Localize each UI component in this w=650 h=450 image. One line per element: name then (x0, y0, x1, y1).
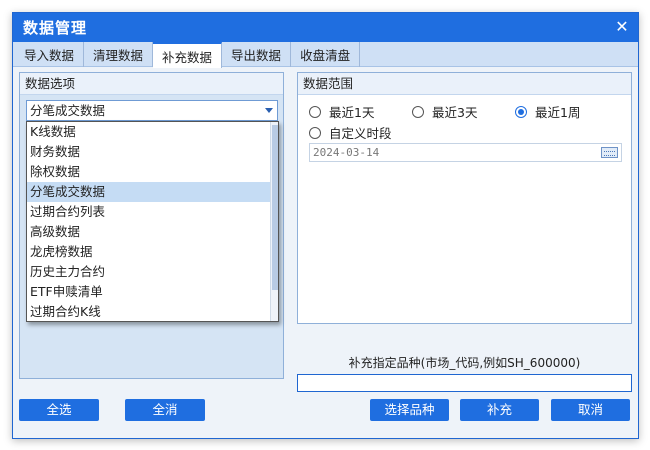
dropdown-scrollbar[interactable] (270, 122, 278, 321)
radio-circle-icon[interactable] (309, 105, 321, 118)
symbol-code-input[interactable] (297, 374, 632, 392)
tab-clean-data[interactable]: 清理数据 (84, 42, 154, 67)
option-expired-contract-kline[interactable]: 过期合约K线 (27, 302, 271, 321)
data-range-title: 数据范围 (298, 73, 631, 95)
data-management-window: 数据管理 ✕ 导入数据 清理数据 补充数据 导出数据 收盘清盘 数据选项 分笔成… (12, 12, 639, 439)
option-etf-creation-list[interactable]: ETF申赎清单 (27, 282, 271, 302)
radio-circle-icon[interactable] (309, 126, 321, 139)
choose-symbol-button[interactable]: 选择品种 (370, 399, 449, 421)
radio-selected-icon[interactable] (515, 105, 527, 118)
radio-label: 自定义时段 (329, 126, 392, 141)
radio-label: 最近1天 (329, 105, 375, 120)
supplement-button[interactable]: 补充 (460, 399, 539, 421)
radio-last-3-days[interactable]: 最近3天 (412, 102, 477, 121)
tab-close-settle[interactable]: 收盘清盘 (291, 42, 361, 67)
option-ex-rights-data[interactable]: 除权数据 (27, 162, 271, 182)
combo-value: 分笔成交数据 (30, 103, 106, 118)
deselect-all-button[interactable]: 全消 (125, 399, 205, 421)
tab-import-data[interactable]: 导入数据 (15, 42, 85, 67)
symbol-hint-label: 补充指定品种(市场_代码,例如SH_600000) (348, 356, 581, 370)
option-advanced-data[interactable]: 高级数据 (27, 222, 271, 242)
option-expired-contracts[interactable]: 过期合约列表 (27, 202, 271, 222)
scrollbar-thumb[interactable] (272, 125, 278, 290)
data-range-panel: 数据范围 最近1天 最近3天 最近1周 自定义时段 2024-03-14 (297, 72, 632, 324)
date-value: 2024-03-14 (313, 146, 380, 159)
radio-last-1-day[interactable]: 最近1天 (309, 102, 374, 121)
close-icon[interactable]: ✕ (612, 17, 632, 37)
option-dragon-tiger-data[interactable]: 龙虎榜数据 (27, 242, 271, 262)
radio-label: 最近1周 (535, 105, 581, 120)
data-type-combobox[interactable]: 分笔成交数据 (26, 100, 278, 121)
tab-bar: 导入数据 清理数据 补充数据 导出数据 收盘清盘 (13, 42, 638, 68)
data-type-dropdown-list: K线数据 财务数据 除权数据 分笔成交数据 过期合约列表 高级数据 龙虎榜数据 … (26, 121, 279, 322)
radio-custom-period[interactable]: 自定义时段 (309, 123, 392, 142)
option-financial-data[interactable]: 财务数据 (27, 142, 271, 162)
tab-export-data[interactable]: 导出数据 (222, 42, 292, 67)
radio-last-1-week[interactable]: 最近1周 (515, 102, 580, 121)
cancel-button[interactable]: 取消 (551, 399, 630, 421)
data-options-panel: 数据选项 分笔成交数据 K线数据 财务数据 除权数据 分笔成交数据 过期合约列表… (19, 72, 284, 379)
radio-label: 最近3天 (432, 105, 478, 120)
calendar-icon[interactable] (601, 147, 618, 158)
radio-circle-icon[interactable] (412, 105, 424, 118)
title-bar[interactable]: 数据管理 ✕ (13, 13, 638, 42)
option-tick-trade-data[interactable]: 分笔成交数据 (27, 182, 271, 202)
select-all-button[interactable]: 全选 (19, 399, 99, 421)
tab-supplement-data[interactable]: 补充数据 (153, 42, 223, 68)
option-historical-main-contracts[interactable]: 历史主力合约 (27, 262, 271, 282)
date-picker-field[interactable]: 2024-03-14 (309, 143, 622, 162)
window-title: 数据管理 (23, 19, 88, 37)
data-options-title: 数据选项 (20, 73, 283, 95)
chevron-down-icon[interactable] (265, 108, 273, 113)
option-kline-data[interactable]: K线数据 (27, 122, 271, 142)
tab-content: 数据选项 分笔成交数据 K线数据 财务数据 除权数据 分笔成交数据 过期合约列表… (13, 68, 638, 438)
